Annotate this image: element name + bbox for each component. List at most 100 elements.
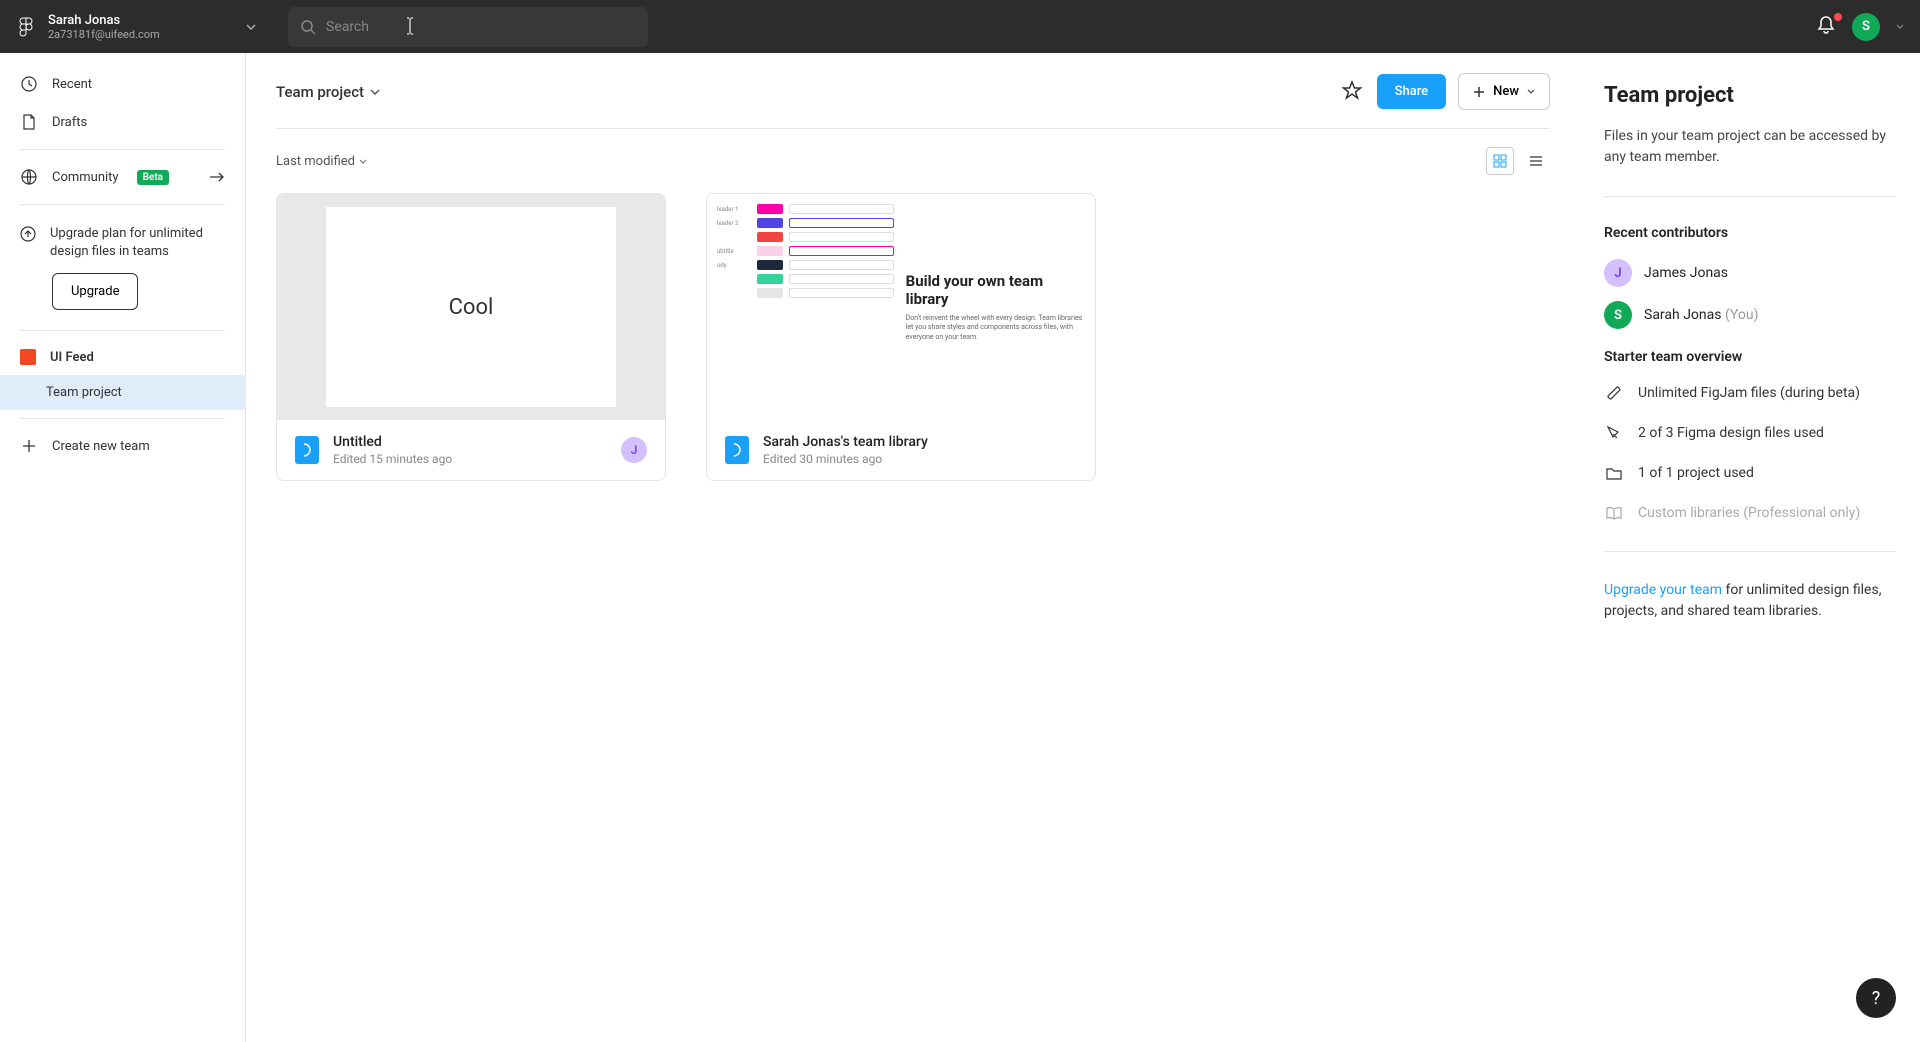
team-color-swatch (20, 349, 36, 365)
chevron-down-icon[interactable] (246, 24, 256, 30)
panel-description: Files in your team project can be access… (1604, 126, 1896, 168)
create-team-label: Create new team (52, 439, 150, 454)
pen-icon (1604, 423, 1624, 443)
files-grid: Cool Untitled Edited 15 minutes ago J (276, 193, 1550, 481)
plus-icon (1473, 86, 1485, 98)
sidebar-item-drafts[interactable]: Drafts (0, 103, 245, 141)
arrow-right-icon (209, 171, 225, 183)
sidebar-item-community[interactable]: Community Beta (0, 158, 245, 196)
breadcrumb-label: Team project (276, 83, 364, 101)
grid-view-button[interactable] (1486, 147, 1514, 175)
file-meta: Sarah Jonas's team library Edited 30 min… (707, 420, 1095, 480)
overview-item: 2 of 3 Figma design files used (1604, 423, 1896, 443)
upgrade-text: Upgrade plan for unlimited design files … (50, 225, 225, 261)
chevron-down-icon[interactable] (1896, 24, 1904, 29)
upgrade-link[interactable]: Upgrade your team (1604, 582, 1722, 598)
contributor-avatar: S (1604, 301, 1632, 329)
divider (20, 418, 225, 419)
overview-item: Unlimited FigJam files (during beta) (1604, 383, 1896, 403)
help-button[interactable]: ? (1856, 978, 1896, 1018)
divider (1604, 551, 1896, 552)
figma-logo-icon[interactable] (16, 17, 36, 37)
overview-label: Unlimited FigJam files (during beta) (1638, 385, 1860, 401)
upgrade-promo: Upgrade plan for unlimited design files … (0, 213, 245, 322)
content: Team project Share New (246, 53, 1920, 1042)
contributor-name: Sarah Jonas (You) (1644, 307, 1758, 323)
sidebar-team[interactable]: UI Feed (0, 339, 245, 375)
sort-dropdown[interactable]: Last modified (276, 154, 367, 169)
contributor-avatar: J (1604, 259, 1632, 287)
library-title: Build your own team library (906, 272, 1085, 308)
notification-dot (1834, 13, 1842, 21)
sidebar-label: Community (52, 170, 119, 185)
upgrade-cta: Upgrade your team for unlimited design f… (1604, 580, 1896, 622)
content-header: Team project Share New (276, 73, 1550, 129)
sidebar-project[interactable]: Team project (0, 375, 245, 410)
upgrade-button[interactable]: Upgrade (52, 273, 138, 310)
new-label: New (1493, 84, 1519, 99)
library-desc: Don't reinvent the wheel with every desi… (906, 314, 1085, 341)
divider (20, 330, 225, 331)
divider (1604, 196, 1896, 197)
file-thumbnail: leader 1 leader 2 ubtitle ody Build your… (707, 194, 1095, 420)
globe-icon (20, 168, 38, 186)
chevron-down-icon (370, 89, 380, 95)
content-main: Team project Share New (246, 53, 1580, 1042)
file-contributor-avatar: J (621, 437, 647, 463)
divider (20, 149, 225, 150)
sidebar-create-team[interactable]: Create new team (0, 427, 245, 465)
sidebar: Recent Drafts Community Beta (0, 53, 246, 1042)
contributor-row[interactable]: S Sarah Jonas (You) (1604, 301, 1896, 329)
chevron-down-icon (359, 159, 367, 164)
clock-icon (20, 75, 38, 93)
search-input[interactable] (326, 19, 636, 35)
search-bar[interactable] (288, 7, 648, 47)
right-panel: Team project Files in your team project … (1580, 53, 1920, 1042)
share-button[interactable]: Share (1377, 74, 1447, 109)
figma-file-icon (295, 436, 319, 464)
notifications-button[interactable] (1816, 15, 1840, 39)
view-toggle (1486, 147, 1550, 175)
overview-label: 1 of 1 project used (1638, 465, 1754, 481)
sidebar-label: Drafts (52, 115, 87, 130)
panel-title: Team project (1604, 83, 1896, 108)
file-icon (20, 113, 38, 131)
thumb-text: Cool (326, 207, 616, 407)
upload-icon (20, 225, 36, 243)
breadcrumb[interactable]: Team project (276, 83, 380, 101)
new-button[interactable]: New (1458, 73, 1550, 110)
contributor-row[interactable]: J James Jonas (1604, 259, 1896, 287)
contributor-name: James Jonas (1644, 265, 1728, 281)
team-name: UI Feed (50, 350, 94, 365)
user-menu[interactable]: Sarah Jonas 2a73181f@uifeed.com (48, 13, 228, 41)
project-name: Team project (46, 385, 122, 400)
chevron-down-icon (1527, 89, 1535, 94)
user-name: Sarah Jonas (48, 13, 228, 28)
book-icon (1604, 503, 1624, 523)
file-edited: Edited 30 minutes ago (763, 452, 1077, 466)
sidebar-label: Recent (52, 77, 92, 92)
overview-label: Custom libraries (Professional only) (1638, 505, 1860, 521)
file-card[interactable]: Cool Untitled Edited 15 minutes ago J (276, 193, 666, 481)
ruler-icon (1604, 383, 1624, 403)
list-view-button[interactable] (1522, 147, 1550, 175)
overview-item: Custom libraries (Professional only) (1604, 503, 1896, 523)
file-thumbnail: Cool (277, 194, 665, 420)
folder-icon (1604, 463, 1624, 483)
file-name: Sarah Jonas's team library (763, 434, 1077, 450)
sidebar-item-recent[interactable]: Recent (0, 65, 245, 103)
overview-label: 2 of 3 Figma design files used (1638, 425, 1824, 441)
contributors-title: Recent contributors (1604, 225, 1896, 241)
user-avatar[interactable]: S (1852, 13, 1880, 41)
overview-item: 1 of 1 project used (1604, 463, 1896, 483)
file-card[interactable]: leader 1 leader 2 ubtitle ody Build your… (706, 193, 1096, 481)
beta-badge: Beta (137, 170, 169, 185)
figma-file-icon (725, 436, 749, 464)
divider (20, 204, 225, 205)
plus-icon (20, 437, 38, 455)
file-edited: Edited 15 minutes ago (333, 452, 607, 466)
file-name: Untitled (333, 434, 607, 450)
sort-label: Last modified (276, 154, 355, 169)
search-icon (300, 19, 316, 35)
star-button[interactable] (1341, 80, 1365, 104)
